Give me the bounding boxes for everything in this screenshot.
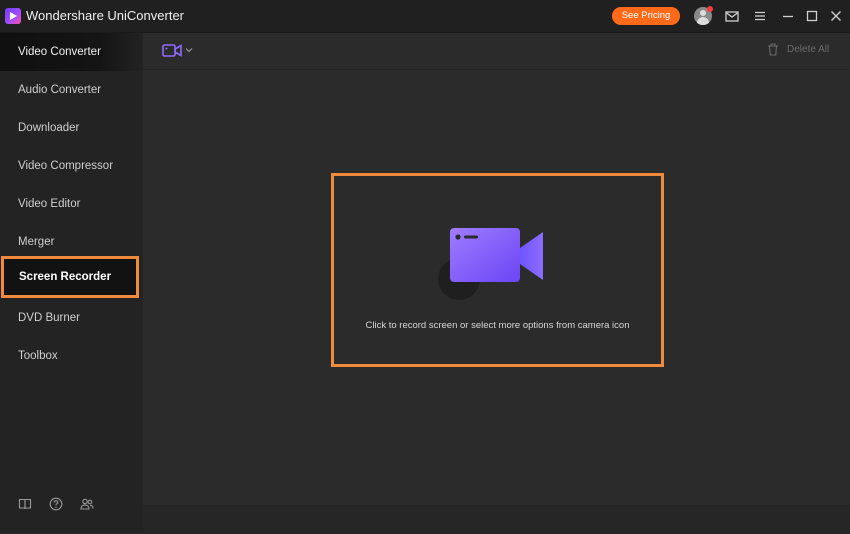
video-camera-icon[interactable] <box>450 228 546 284</box>
footer-strip <box>143 505 850 534</box>
sidebar-item-audio-converter[interactable]: Audio Converter <box>0 71 143 109</box>
title-bar: Wondershare UniConverter See Pricing <box>0 0 850 33</box>
camera-icon[interactable] <box>162 43 182 58</box>
chevron-down-icon[interactable] <box>185 47 193 53</box>
notification-dot <box>707 6 713 12</box>
sidebar-item-dvd-burner[interactable]: DVD Burner <box>0 299 143 337</box>
trash-icon <box>768 43 778 56</box>
see-pricing-button[interactable]: See Pricing <box>612 7 680 25</box>
record-hint-text: Click to record screen or select more op… <box>365 320 630 331</box>
sidebar: Video Converter Audio Converter Download… <box>0 33 143 533</box>
sidebar-item-video-editor[interactable]: Video Editor <box>0 185 143 223</box>
community-icon[interactable] <box>80 497 94 511</box>
menu-icon[interactable] <box>752 8 768 24</box>
toolbar: Delete All <box>143 33 850 70</box>
sidebar-item-video-converter[interactable]: Video Converter <box>0 33 143 71</box>
app-title: Wondershare UniConverter <box>26 8 184 23</box>
sidebar-item-toolbox[interactable]: Toolbox <box>0 337 143 375</box>
record-drop-zone[interactable]: Click to record screen or select more op… <box>331 173 664 367</box>
main-panel: Delete All Click to record screen or sel… <box>143 33 850 534</box>
minimize-icon[interactable] <box>780 8 796 24</box>
maximize-icon[interactable] <box>804 8 820 24</box>
mail-icon[interactable] <box>724 8 740 24</box>
app-logo-icon <box>5 8 21 24</box>
sidebar-item-video-compressor[interactable]: Video Compressor <box>0 147 143 185</box>
book-icon[interactable] <box>18 497 32 511</box>
delete-all-button[interactable]: Delete All <box>787 44 829 55</box>
close-icon[interactable] <box>828 8 844 24</box>
help-icon[interactable] <box>49 497 63 511</box>
sidebar-item-downloader[interactable]: Downloader <box>0 109 143 147</box>
sidebar-item-screen-recorder[interactable]: Screen Recorder <box>1 256 139 298</box>
